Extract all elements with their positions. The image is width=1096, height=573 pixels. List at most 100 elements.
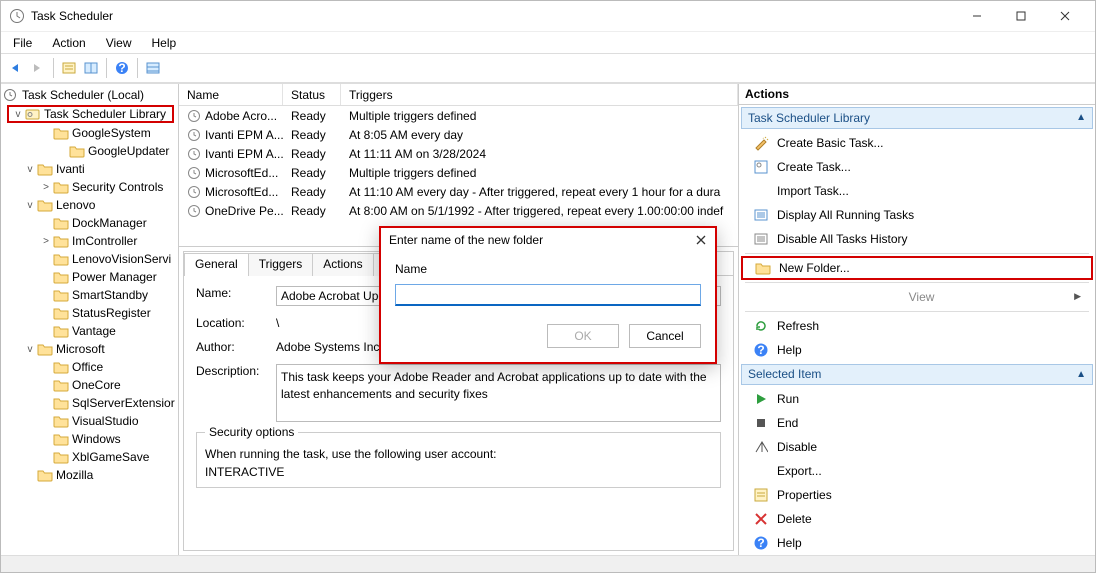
tree-root[interactable]: Task Scheduler (Local)	[1, 86, 178, 104]
task-row[interactable]: Ivanti EPM A...ReadyAt 11:11 AM on 3/28/…	[179, 144, 738, 163]
help-toolbar-icon[interactable]: ?	[111, 57, 133, 79]
menu-action[interactable]: Action	[44, 34, 93, 52]
folder-icon	[37, 162, 53, 176]
col-name[interactable]: Name	[179, 84, 283, 105]
collapse-icon[interactable]: ▲	[1076, 369, 1086, 380]
expander-icon[interactable]: v	[11, 109, 25, 120]
tree-item[interactable]: DockManager	[1, 214, 178, 232]
action-help[interactable]: ?Help	[741, 531, 1093, 555]
tree-item[interactable]: >ImController	[1, 232, 178, 250]
tree-item[interactable]: Office	[1, 358, 178, 376]
back-button[interactable]	[5, 57, 27, 79]
dialog-cancel-button[interactable]: Cancel	[629, 324, 701, 348]
tree-item[interactable]: > Security Controls	[1, 178, 178, 196]
tree-item[interactable]: vLenovo	[1, 196, 178, 214]
action-view[interactable]: View▶	[741, 285, 1093, 309]
action-display-all-running-tasks[interactable]: Display All Running Tasks	[741, 203, 1093, 227]
action-label: Import Task...	[777, 184, 849, 198]
main-pane: Name Status Triggers Adobe Acro...ReadyM…	[179, 84, 739, 555]
action-create-task[interactable]: Create Task...	[741, 155, 1093, 179]
action-new-folder[interactable]: New Folder...	[741, 256, 1093, 280]
action-end[interactable]: End	[741, 411, 1093, 435]
svg-text:?: ?	[757, 343, 764, 357]
folder-icon	[53, 414, 69, 428]
task-name: Ivanti EPM A...	[205, 128, 283, 142]
action-export[interactable]: Export...	[741, 459, 1093, 483]
folder-icon	[53, 306, 69, 320]
expander-icon[interactable]: v	[23, 344, 37, 355]
task-name: MicrosoftEd...	[205, 166, 278, 180]
clock-icon	[187, 204, 201, 218]
library-icon	[25, 107, 41, 121]
action-refresh[interactable]: Refresh	[741, 314, 1093, 338]
tree-item[interactable]: vIvanti	[1, 160, 178, 178]
tab-general[interactable]: General	[184, 253, 249, 276]
action-disable[interactable]: Disable	[741, 435, 1093, 459]
expander-icon[interactable]: >	[39, 236, 53, 247]
col-triggers[interactable]: Triggers	[341, 84, 738, 105]
close-button[interactable]	[1043, 2, 1087, 30]
task-list[interactable]: Name Status Triggers Adobe Acro...ReadyM…	[179, 84, 738, 247]
horizontal-scrollbar[interactable]	[1, 555, 1095, 572]
menu-help[interactable]: Help	[144, 34, 185, 52]
tree-item[interactable]: XblGameSave	[1, 448, 178, 466]
menu-file[interactable]: File	[5, 34, 40, 52]
tree-item[interactable]: SqlServerExtensior	[1, 394, 178, 412]
tab-triggers[interactable]: Triggers	[248, 253, 314, 276]
actions-library-heading[interactable]: Task Scheduler Library ▲	[741, 107, 1093, 128]
tree-item[interactable]: Mozilla	[1, 466, 178, 484]
action-properties[interactable]: Properties	[741, 483, 1093, 507]
tree-library[interactable]: v Task Scheduler Library	[7, 105, 174, 123]
collapse-icon[interactable]: ▲	[1076, 112, 1086, 123]
tree-item[interactable]: StatusRegister	[1, 304, 178, 322]
task-name: Adobe Acro...	[205, 109, 277, 123]
task-row[interactable]: Ivanti EPM A...ReadyAt 8:05 AM every day	[179, 125, 738, 144]
tree-item[interactable]: Power Manager	[1, 268, 178, 286]
tree-item[interactable]: GoogleUpdater	[1, 142, 178, 160]
action-help[interactable]: ?Help	[741, 338, 1093, 362]
tree-item[interactable]: VisualStudio	[1, 412, 178, 430]
dialog-name-label: Name	[395, 262, 701, 276]
wand-icon	[753, 135, 769, 151]
tree-item-label: StatusRegister	[72, 306, 151, 320]
nav-tree[interactable]: Task Scheduler (Local) v Task Scheduler …	[1, 84, 179, 555]
actions-selected-heading[interactable]: Selected Item ▲	[741, 364, 1093, 385]
action-run[interactable]: Run	[741, 387, 1093, 411]
task-row[interactable]: Adobe Acro...ReadyMultiple triggers defi…	[179, 106, 738, 125]
none-icon	[753, 289, 769, 305]
clock-icon	[3, 88, 19, 102]
task-row[interactable]: MicrosoftEd...ReadyMultiple triggers def…	[179, 163, 738, 182]
action-disable-all-tasks-history[interactable]: Disable All Tasks History	[741, 227, 1093, 251]
expander-icon[interactable]: v	[23, 164, 37, 175]
expander-icon[interactable]: v	[23, 200, 37, 211]
action-delete[interactable]: Delete	[741, 507, 1093, 531]
tree-item[interactable]: vMicrosoft	[1, 340, 178, 358]
dialog-ok-button[interactable]: OK	[547, 324, 619, 348]
action-create-basic-task[interactable]: Create Basic Task...	[741, 131, 1093, 155]
tree-item[interactable]: OneCore	[1, 376, 178, 394]
maximize-button[interactable]	[999, 2, 1043, 30]
tree-item[interactable]: GoogleSystem	[1, 124, 178, 142]
description-field[interactable]: This task keeps your Adobe Reader and Ac…	[276, 364, 721, 422]
dialog-close-icon[interactable]	[695, 234, 707, 246]
pane-toolbar-icon[interactable]	[80, 57, 102, 79]
action-import-task[interactable]: Import Task...	[741, 179, 1093, 203]
expander-icon[interactable]: >	[39, 182, 53, 193]
task-row[interactable]: MicrosoftEd...ReadyAt 11:10 AM every day…	[179, 182, 738, 201]
tree-item-label: Security Controls	[72, 180, 163, 194]
tree-item[interactable]: LenovoVisionServi	[1, 250, 178, 268]
props-toolbar-icon[interactable]	[58, 57, 80, 79]
menu-view[interactable]: View	[98, 34, 140, 52]
forward-button[interactable]	[27, 57, 49, 79]
grid-toolbar-icon[interactable]	[142, 57, 164, 79]
minimize-button[interactable]	[955, 2, 999, 30]
task-list-header[interactable]: Name Status Triggers	[179, 84, 738, 106]
tree-item[interactable]: SmartStandby	[1, 286, 178, 304]
task-row[interactable]: OneDrive Pe...ReadyAt 8:00 AM on 5/1/199…	[179, 201, 738, 220]
col-status[interactable]: Status	[283, 84, 341, 105]
dialog-name-input[interactable]	[395, 284, 701, 306]
tree-item[interactable]: Windows	[1, 430, 178, 448]
props-icon	[753, 487, 769, 503]
tab-actions[interactable]: Actions	[312, 253, 373, 276]
tree-item[interactable]: Vantage	[1, 322, 178, 340]
